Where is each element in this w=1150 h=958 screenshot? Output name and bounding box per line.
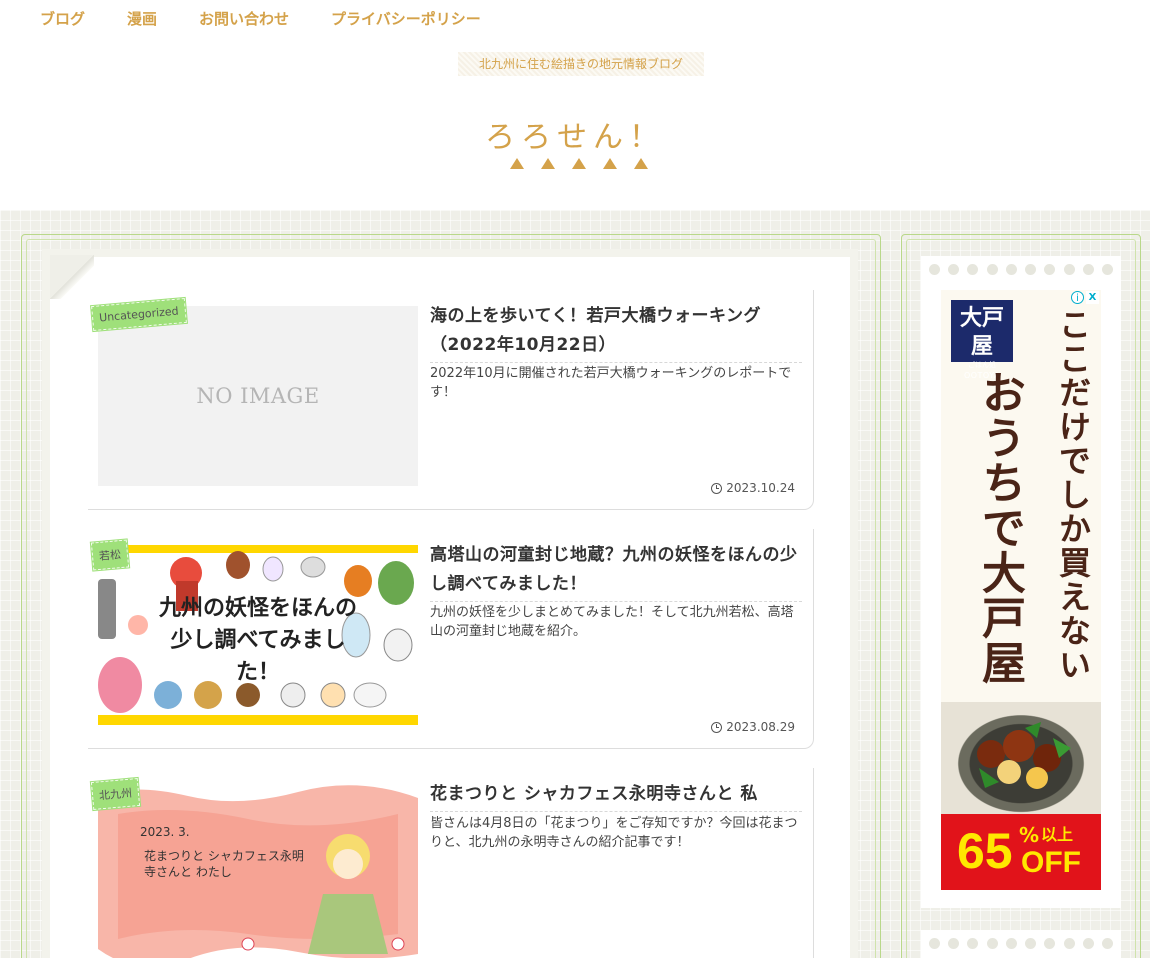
post-excerpt: 九州の妖怪を少しまとめてみました！そして北九州若松、高塔山の河童封じ地蔵を紹介。 <box>430 605 794 639</box>
post-date-text: 2023.08.29 <box>726 720 795 734</box>
ad-food-image <box>941 702 1101 814</box>
ad-sale-percent: % <box>1019 823 1040 847</box>
dot-icon <box>1005 938 1017 949</box>
site-tagline: 北九州に住む絵描きの地元情報ブログ <box>458 52 704 76</box>
dot-icon <box>967 264 979 275</box>
dot-icon <box>929 938 940 949</box>
nav-item-contact[interactable]: お問い合わせ <box>178 0 310 38</box>
category-label: 北九州 <box>89 776 142 812</box>
advertisement-banner[interactable]: i X 大戸屋 ごはん処 OOTOYA ここだけでしか買えない おうちで大戸屋 … <box>941 290 1101 890</box>
yokai-illustration: 九州の妖怪をほんの少し調べてみました！ <box>98 545 418 725</box>
post-thumbnail[interactable]: 九州の妖怪をほんの少し調べてみました！ <box>98 545 418 725</box>
sidebar-widget <box>921 930 1121 958</box>
dot-icon <box>1063 264 1075 275</box>
triangle-icon <box>603 158 617 169</box>
post-card[interactable]: NO IMAGE Uncategorized 海の上を歩いてく！若戸大橋ウォーキ… <box>88 290 814 510</box>
hanamatsuri-illustration: 2023. 3. 花まつりと シャカフェス永明寺さんと わたし <box>98 784 418 958</box>
nav-item-manga[interactable]: 漫画 <box>106 0 178 38</box>
hanamatsuri-thumb-year: 2023. 3. <box>140 825 190 839</box>
category-label: 若松 <box>89 538 131 572</box>
dot-icon <box>967 938 979 949</box>
no-image-text: NO IMAGE <box>196 384 320 408</box>
post-excerpt: 皆さんは4月8日の「花まつり」をご存知ですか？今回は花まつりと、北九州の永明寺さ… <box>430 816 798 850</box>
ad-food-art <box>977 722 1071 789</box>
dot-icon <box>1044 264 1056 275</box>
dot-icon <box>1025 938 1037 949</box>
post-card[interactable]: 九州の妖怪をほんの少し調べてみました！ 若松 高塔山の河童封じ地蔵？九州の妖怪を… <box>88 529 814 749</box>
post-title[interactable]: 海の上を歩いてく！若戸大橋ウォーキング（2022年10月22日） <box>430 302 802 363</box>
post-date: 2023.10.24 <box>711 481 795 495</box>
post-date: 2023.08.29 <box>711 720 795 734</box>
widget-dots-decoration <box>921 256 1121 284</box>
yokai-thumb-text: 九州の妖怪をほんの少し調べてみました！ <box>158 596 357 685</box>
nav-item-blog[interactable]: ブログ <box>0 0 106 38</box>
triangle-icon <box>572 158 586 169</box>
clock-icon <box>711 721 723 733</box>
dot-icon <box>1025 264 1037 275</box>
post-thumbnail[interactable]: NO IMAGE <box>98 306 418 486</box>
dot-icon <box>929 264 940 275</box>
ad-sale-banner: 65 % 以上 OFF <box>941 814 1101 890</box>
dot-icon <box>1082 938 1094 949</box>
dot-icon <box>1082 264 1094 275</box>
ad-copy-right: ここだけでしか買えない <box>1054 308 1092 682</box>
ad-close-icon[interactable]: X <box>1086 291 1099 304</box>
widget-dots-decoration <box>921 930 1121 958</box>
triangle-icon <box>541 158 555 169</box>
ad-copy-left: おうちで大戸屋 <box>974 370 1025 685</box>
ad-brand-name: 大戸屋 <box>959 305 1004 359</box>
triangle-icon <box>510 158 524 169</box>
dot-icon <box>1044 938 1056 949</box>
post-title[interactable]: 花まつりと シャカフェス永明寺さんと 私 <box>430 780 802 812</box>
post-thumbnail[interactable]: 2023. 3. 花まつりと シャカフェス永明寺さんと わたし <box>98 784 418 958</box>
dot-icon <box>1063 938 1075 949</box>
dot-icon <box>948 264 960 275</box>
dot-icon <box>948 938 960 949</box>
ad-brand-sub: ごはん処 <box>968 361 996 369</box>
title-decoration <box>510 158 648 169</box>
post-title[interactable]: 高塔山の河童封じ地蔵？九州の妖怪をほんの少し調べてみました！ <box>430 541 802 602</box>
ad-info-icon[interactable]: i <box>1071 291 1084 304</box>
dot-icon <box>1101 264 1113 275</box>
post-excerpt: 2022年10月に開催された若戸大橋ウォーキングのレポートです！ <box>430 366 792 400</box>
ad-sale-off: OFF <box>1021 846 1081 879</box>
nav-item-privacy-policy[interactable]: プライバシーポリシー <box>310 0 502 38</box>
ad-sale-more: 以上 <box>1041 825 1074 844</box>
ad-brand-logo: 大戸屋 ごはん処 OOTOYA <box>951 300 1013 380</box>
clock-icon <box>711 482 723 494</box>
post-date-text: 2023.10.24 <box>726 481 795 495</box>
dot-icon <box>986 938 998 949</box>
dot-icon <box>986 264 998 275</box>
triangle-icon <box>634 158 648 169</box>
site-title[interactable]: ろろせん！ <box>0 112 1150 156</box>
top-nav: ブログ 漫画 お問い合わせ プライバシーポリシー <box>0 0 502 38</box>
hanamatsuri-thumb-text: 花まつりと シャカフェス永明寺さんと わたし <box>144 849 304 879</box>
ad-choices[interactable]: i X <box>1071 291 1099 304</box>
dot-icon <box>1005 264 1017 275</box>
ad-sale-number: 65 <box>957 823 1013 879</box>
dot-icon <box>1101 938 1113 949</box>
post-card[interactable]: 2023. 3. 花まつりと シャカフェス永明寺さんと わたし 北九州 花まつり… <box>88 768 814 958</box>
